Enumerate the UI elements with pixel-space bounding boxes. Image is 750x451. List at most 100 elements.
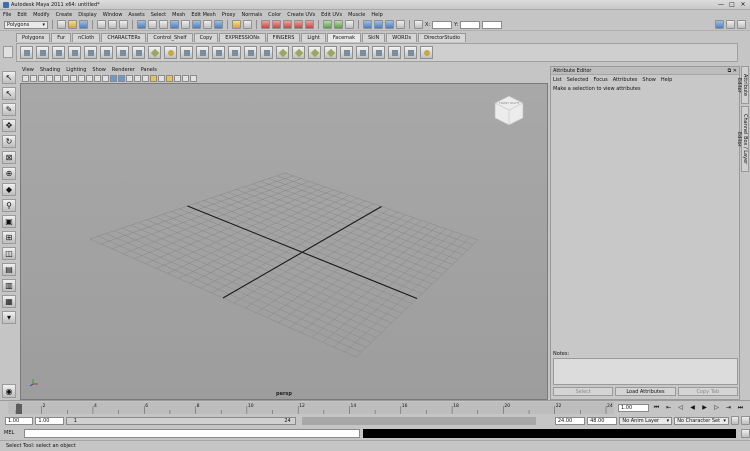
script-editor-icon[interactable]: ◉ <box>2 384 16 398</box>
ae-menu-attributes[interactable]: Attributes <box>613 77 638 83</box>
shelf-tab-characters[interactable]: CHARACTERs <box>101 33 147 42</box>
menu-modify[interactable]: Modify <box>33 12 50 18</box>
wireframe-icon[interactable] <box>110 75 117 82</box>
show-channel-box-icon[interactable] <box>737 20 746 29</box>
field-chart-icon[interactable] <box>86 75 93 82</box>
step-forward-key-icon[interactable]: ⇥ <box>724 404 733 412</box>
tab-attribute-editor[interactable]: Attribute Editor <box>736 66 749 104</box>
menu-set-dropdown[interactable]: Polygons ▾ <box>4 20 48 29</box>
z-field[interactable] <box>482 20 503 29</box>
make-live-icon[interactable] <box>305 20 314 29</box>
animation-end-field[interactable]: 48.00 <box>587 416 618 425</box>
shelf-tool-icon[interactable] <box>340 46 353 59</box>
paint-select-tool-icon[interactable]: ✎ <box>2 103 16 116</box>
select-tool-icon[interactable]: ↖ <box>2 71 16 84</box>
ae-menu-focus[interactable]: Focus <box>593 77 607 83</box>
shelf-tab-fingers[interactable]: FINGERS <box>266 33 301 42</box>
menu-create-uvs[interactable]: Create UVs <box>287 12 315 18</box>
shelf-tab-light[interactable]: Light <box>301 33 326 42</box>
ae-menu-show[interactable]: Show <box>642 77 656 83</box>
image-plane-icon[interactable] <box>46 75 53 82</box>
isolate-select-icon[interactable] <box>174 75 181 82</box>
grid-toggle-icon[interactable] <box>54 75 61 82</box>
high-quality-render-icon[interactable] <box>182 75 189 82</box>
bounding-box-icon[interactable] <box>134 75 141 82</box>
go-to-start-icon[interactable]: ⏮ <box>652 404 661 412</box>
shelf-tool-icon[interactable] <box>260 46 273 59</box>
xray-icon[interactable] <box>166 75 173 82</box>
script-editor-button-icon[interactable] <box>741 428 750 438</box>
panel-menu-renderer[interactable]: Renderer <box>112 67 135 73</box>
render-current-frame-icon[interactable] <box>374 20 383 29</box>
camera-attributes-icon[interactable] <box>30 75 37 82</box>
mask-joints-icon[interactable] <box>148 20 157 29</box>
shelf-tab-facemak[interactable]: Facemak <box>326 33 361 42</box>
open-scene-icon[interactable] <box>68 20 77 29</box>
auto-key-icon[interactable] <box>730 416 740 425</box>
highlight-selection-icon[interactable] <box>243 20 252 29</box>
character-set-dropdown[interactable]: No Character Set ▾ <box>674 416 729 425</box>
panel-menu-panels[interactable]: Panels <box>141 67 157 73</box>
save-scene-icon[interactable] <box>79 20 88 29</box>
snap-to-view-plane-icon[interactable] <box>294 20 303 29</box>
shelf-tool-icon[interactable] <box>404 46 417 59</box>
shelf-tool-icon[interactable] <box>292 46 305 59</box>
x-field[interactable] <box>432 20 453 29</box>
persp-outliner-layout-icon[interactable]: ◫ <box>2 247 16 260</box>
render-settings-icon[interactable] <box>396 20 405 29</box>
play-backwards-icon[interactable]: ◀ <box>688 404 697 412</box>
step-back-key-icon[interactable]: ⇤ <box>664 404 673 412</box>
ae-menu-selected[interactable]: Selected <box>567 77 589 83</box>
playback-start-field[interactable]: 1.00 <box>35 416 64 425</box>
animation-start-field[interactable]: 1.00 <box>5 416 34 425</box>
snap-to-point-icon[interactable] <box>283 20 292 29</box>
lock-selection-icon[interactable] <box>232 20 241 29</box>
panel-menu-shading[interactable]: Shading <box>40 67 60 73</box>
menu-window[interactable]: Window <box>103 12 123 18</box>
notes-field[interactable] <box>553 358 738 385</box>
single-perspective-layout-icon[interactable]: ▣ <box>2 215 16 228</box>
shelf-tool-icon[interactable] <box>356 46 369 59</box>
four-view-layout-icon[interactable]: ⊞ <box>2 231 16 244</box>
show-tool-settings-icon[interactable] <box>726 20 735 29</box>
time-slider-bar[interactable]: 124681012141618202224 <box>8 402 614 414</box>
menu-muscle[interactable]: Muscle <box>348 12 365 18</box>
soft-modification-icon[interactable]: ◆ <box>2 183 16 196</box>
select-button[interactable]: Select <box>553 387 614 396</box>
input-history-icon[interactable] <box>323 20 332 29</box>
ae-menu-help[interactable]: Help <box>661 77 672 83</box>
select-by-object-icon[interactable] <box>108 20 117 29</box>
shelf-tool-icon[interactable] <box>388 46 401 59</box>
shelf-tool-icon[interactable] <box>148 46 161 59</box>
shelf-menu-icon[interactable] <box>3 46 13 58</box>
rotate-tool-icon[interactable]: ↻ <box>2 135 16 148</box>
menu-proxy[interactable]: Proxy <box>222 12 236 18</box>
shelf-tab-skin[interactable]: SkIN <box>362 33 386 42</box>
construction-history-icon[interactable] <box>345 20 354 29</box>
menu-edit-uvs[interactable]: Edit UVs <box>321 12 342 18</box>
command-language-label[interactable]: MEL <box>4 430 21 436</box>
shelf-tool-icon[interactable] <box>196 46 209 59</box>
menu-create[interactable]: Create <box>56 12 73 18</box>
custom-layout-icon[interactable]: ▦ <box>2 295 16 308</box>
select-by-component-icon[interactable] <box>119 20 128 29</box>
shelf-tool-icon[interactable] <box>420 46 433 59</box>
shelf-tool-icon[interactable] <box>228 46 241 59</box>
step-back-frame-icon[interactable]: ◁ <box>676 404 685 412</box>
shelf-tool-icon[interactable] <box>276 46 289 59</box>
menu-file[interactable]: File <box>3 12 11 18</box>
universal-manipulator-icon[interactable]: ⊕ <box>2 167 16 180</box>
mask-handles-icon[interactable] <box>137 20 146 29</box>
menu-assets[interactable]: Assets <box>128 12 144 18</box>
y-field[interactable] <box>460 20 481 29</box>
show-manipulator-icon[interactable]: ⚲ <box>2 199 16 212</box>
range-slider-bar[interactable]: 1 24 <box>65 416 553 425</box>
copy-tab-button[interactable]: Copy Tab <box>677 387 738 396</box>
menu-select[interactable]: Select <box>151 12 166 18</box>
shelf-tab-copy[interactable]: Copy <box>193 33 219 42</box>
shelf-tool-icon[interactable] <box>116 46 129 59</box>
mask-curves-icon[interactable] <box>159 20 168 29</box>
menu-mesh[interactable]: Mesh <box>172 12 185 18</box>
snap-to-grid-icon[interactable] <box>261 20 270 29</box>
persp-graph-layout-icon[interactable]: ▤ <box>2 263 16 276</box>
